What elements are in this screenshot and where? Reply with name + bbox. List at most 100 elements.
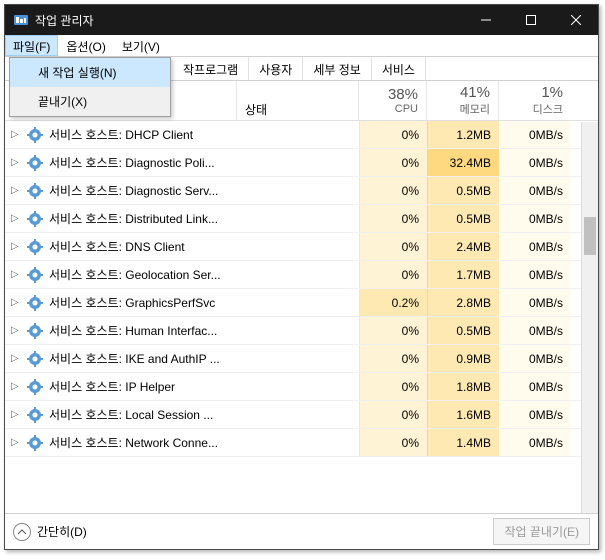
header-disk[interactable]: 1% 디스크 [499,81,571,120]
process-memory: 2.8MB [427,289,499,316]
file-dropdown: 새 작업 실행(N) 끝내기(X) [9,57,171,117]
process-row[interactable]: ▷서비스 호스트: Distributed Link...0%0.5MB0MB/… [5,205,598,233]
expand-icon[interactable]: ▷ [11,297,23,308]
process-memory: 0.5MB [427,177,499,204]
maximize-button[interactable] [508,5,553,35]
expand-icon[interactable]: ▷ [11,353,23,364]
expand-icon[interactable]: ▷ [11,185,23,196]
end-task-button[interactable]: 작업 끝내기(E) [493,518,590,545]
expand-icon[interactable]: ▷ [11,381,23,392]
statusbar: 간단히(D) 작업 끝내기(E) [5,513,598,549]
process-row[interactable]: ▷서비스 호스트: Diagnostic Serv...0%0.5MB0MB/s [5,177,598,205]
expand-icon[interactable]: ▷ [11,325,23,336]
process-row[interactable]: ▷서비스 호스트: DNS Client0%2.4MB0MB/s [5,233,598,261]
menu-view[interactable]: 보기(V) [114,35,168,56]
memory-label: 메모리 [435,101,490,117]
gear-icon [27,435,43,451]
tab-details[interactable]: 세부 정보 [303,57,372,80]
disk-percent: 1% [507,84,563,101]
scroll-thumb[interactable] [584,217,596,255]
close-button[interactable] [553,5,598,35]
gear-icon [27,127,43,143]
process-disk: 0MB/s [499,205,571,232]
menu-file[interactable]: 파일(F) [5,35,58,56]
process-memory: 1.7MB [427,261,499,288]
process-name: 서비스 호스트: IKE and AuthIP ... [49,350,220,367]
content-area: 이름 상태 38% CPU 41% 메모리 1% 디스크 ▷서비스 호스트: D… [5,81,598,513]
process-memory: 0.5MB [427,317,499,344]
process-memory: 0.5MB [427,205,499,232]
process-name: 서비스 호스트: Diagnostic Serv... [49,182,218,199]
process-memory: 0.9MB [427,345,499,372]
expand-icon[interactable]: ▷ [11,437,23,448]
task-manager-window: 작업 관리자 파일(F) 옵션(O) 보기(V) 새 작업 실행(N) 끝내기(… [4,4,599,550]
process-memory: 2.4MB [427,233,499,260]
process-row[interactable]: ▷서비스 호스트: Geolocation Ser...0%1.7MB0MB/s [5,261,598,289]
gear-icon [27,155,43,171]
gear-icon [27,211,43,227]
header-status[interactable]: 상태 [237,81,359,120]
process-disk: 0MB/s [499,317,571,344]
process-name: 서비스 호스트: IP Helper [49,378,175,395]
process-disk: 0MB/s [499,373,571,400]
process-disk: 0MB/s [499,121,571,148]
tab-startup[interactable]: 작프로그램 [173,57,249,80]
process-row[interactable]: ▷서비스 호스트: Human Interfac...0%0.5MB0MB/s [5,317,598,345]
process-row[interactable]: ▷서비스 호스트: Local Session ...0%1.6MB0MB/s [5,401,598,429]
process-row[interactable]: ▷서비스 호스트: GraphicsPerfSvc0.2%2.8MB0MB/s [5,289,598,317]
process-row[interactable]: ▷서비스 호스트: IP Helper0%1.8MB0MB/s [5,373,598,401]
process-memory: 1.4MB [427,429,499,456]
process-name: 서비스 호스트: GraphicsPerfSvc [49,294,215,311]
gear-icon [27,239,43,255]
process-memory: 1.8MB [427,373,499,400]
process-memory: 1.6MB [427,401,499,428]
process-row[interactable]: ▷서비스 호스트: Diagnostic Poli...0%32.4MB0MB/… [5,149,598,177]
app-icon [13,12,29,28]
tab-users[interactable]: 사용자 [249,57,303,80]
header-cpu[interactable]: 38% CPU [359,81,427,120]
gear-icon [27,295,43,311]
header-memory[interactable]: 41% 메모리 [427,81,499,120]
expand-icon[interactable]: ▷ [11,157,23,168]
process-name: 서비스 호스트: DHCP Client [49,126,193,143]
minimize-button[interactable] [463,5,508,35]
fewer-details-button[interactable]: 간단히(D) [13,523,87,541]
disk-label: 디스크 [507,101,563,117]
gear-icon [27,351,43,367]
tab-services[interactable]: 서비스 [372,57,426,80]
process-cpu: 0% [359,149,427,176]
expand-icon[interactable]: ▷ [11,129,23,140]
gear-icon [27,407,43,423]
gear-icon [27,183,43,199]
process-name: 서비스 호스트: Distributed Link... [49,210,218,227]
process-disk: 0MB/s [499,289,571,316]
expand-icon[interactable]: ▷ [11,409,23,420]
process-name: 서비스 호스트: Geolocation Ser... [49,266,221,283]
menubar: 파일(F) 옵션(O) 보기(V) 새 작업 실행(N) 끝내기(X) [5,35,598,57]
process-memory: 32.4MB [427,149,499,176]
process-cpu: 0% [359,261,427,288]
process-cpu: 0% [359,121,427,148]
menu-options[interactable]: 옵션(O) [58,35,113,56]
process-name: 서비스 호스트: Network Conne... [49,434,218,451]
titlebar[interactable]: 작업 관리자 [5,5,598,35]
process-name: 서비스 호스트: Diagnostic Poli... [49,154,215,171]
process-cpu: 0% [359,429,427,456]
expand-icon[interactable]: ▷ [11,213,23,224]
process-disk: 0MB/s [499,233,571,260]
scrollbar[interactable] [581,122,598,513]
process-list[interactable]: ▷서비스 호스트: DHCP Client0%1.2MB0MB/s▷서비스 호스… [5,121,598,513]
process-disk: 0MB/s [499,345,571,372]
process-cpu: 0% [359,317,427,344]
menu-new-task[interactable]: 새 작업 실행(N) [10,58,170,87]
process-row[interactable]: ▷서비스 호스트: IKE and AuthIP ...0%0.9MB0MB/s [5,345,598,373]
gear-icon [27,323,43,339]
process-memory: 1.2MB [427,121,499,148]
expand-icon[interactable]: ▷ [11,269,23,280]
expand-icon[interactable]: ▷ [11,241,23,252]
memory-percent: 41% [435,84,490,101]
process-row[interactable]: ▷서비스 호스트: Network Conne...0%1.4MB0MB/s [5,429,598,457]
chevron-up-icon [13,523,31,541]
process-row[interactable]: ▷ 서비스 호스트: DHCP Client 0%1.2MB0MB/s [5,121,598,149]
menu-exit[interactable]: 끝내기(X) [10,87,170,116]
